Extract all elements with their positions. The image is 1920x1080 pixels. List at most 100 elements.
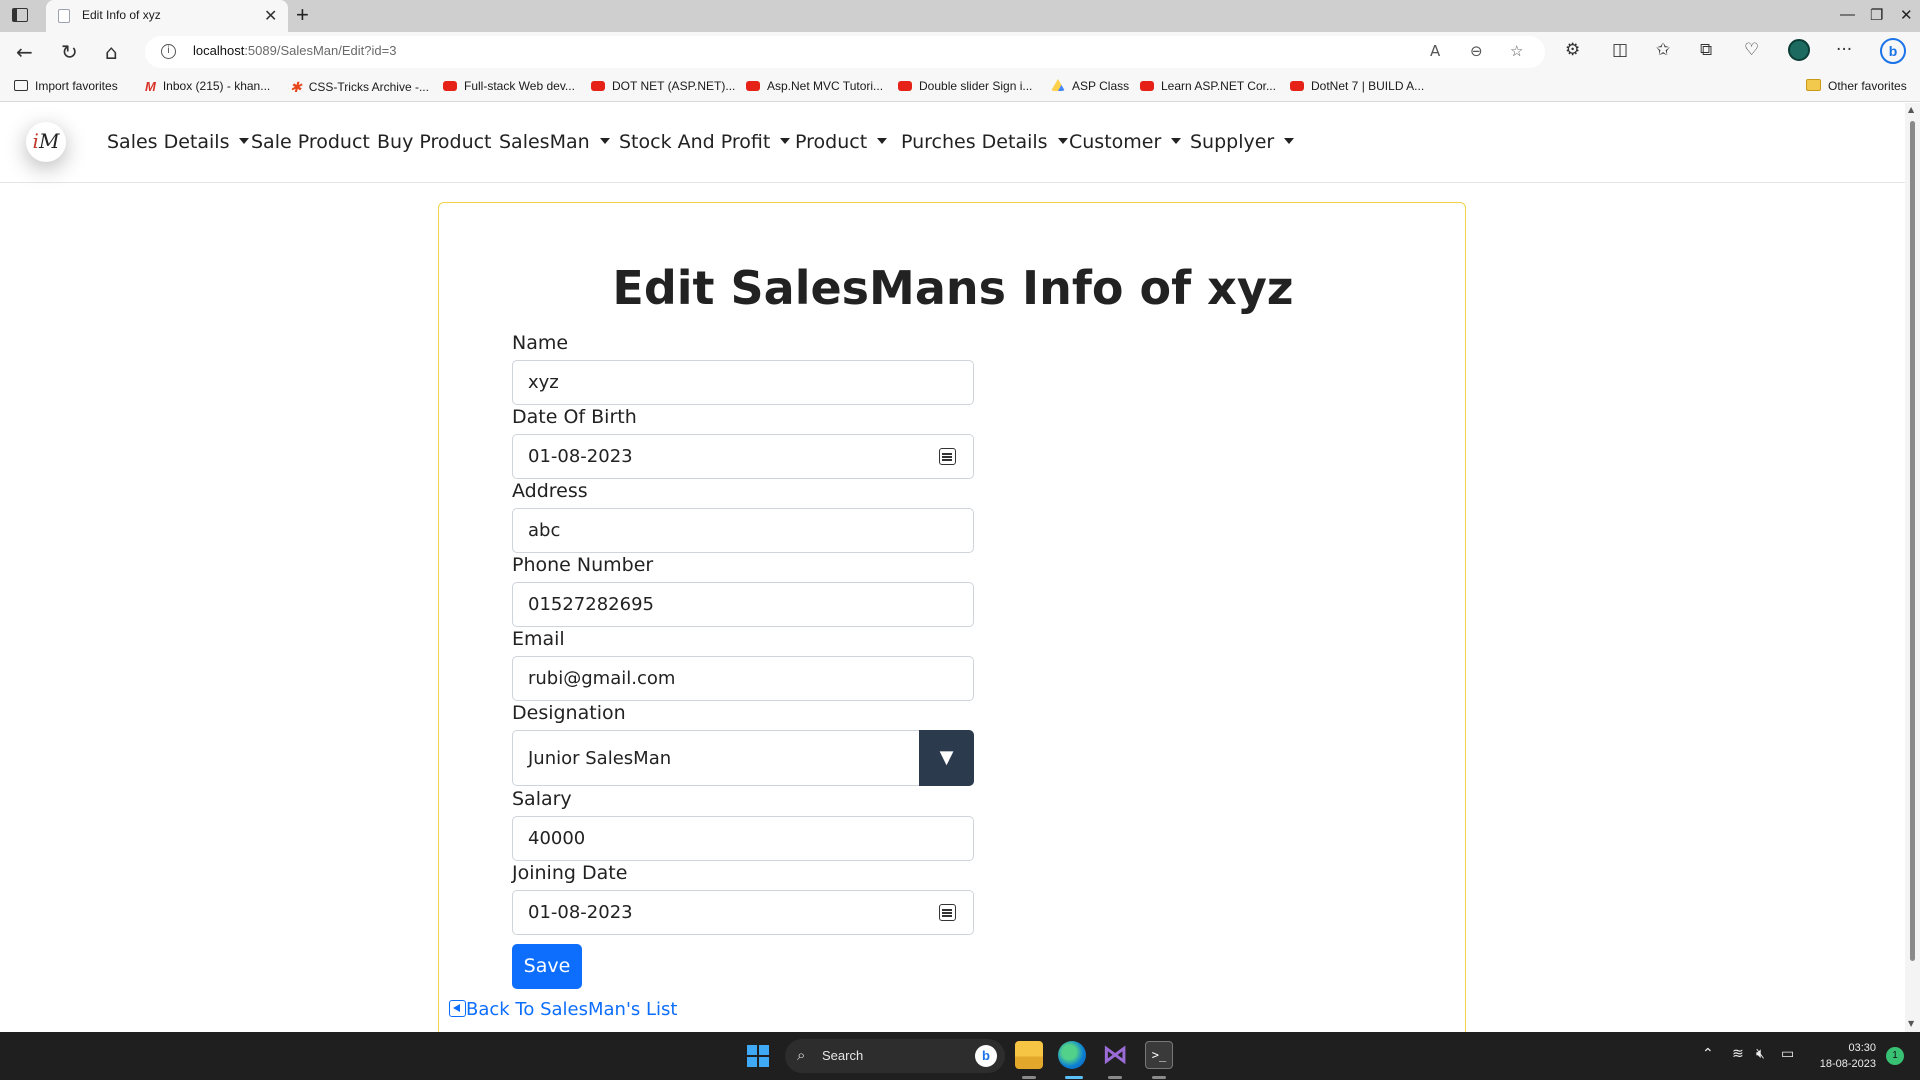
home-icon[interactable]: ⌂ [105,40,118,64]
site-navbar: iM Sales Details Sale Product Buy Produc… [0,103,1905,183]
youtube-icon [443,81,457,91]
restore-icon[interactable]: ❐ [1870,6,1883,24]
url-text[interactable]: localhost:5089/SalesMan/Edit?id=3 [193,43,396,58]
read-aloud-icon[interactable]: A [1430,42,1440,60]
caret-down-icon [599,138,610,144]
new-tab-button[interactable]: + [296,2,309,28]
minimize-icon[interactable]: — [1840,6,1855,23]
windows-start-icon[interactable] [747,1045,769,1067]
address-input[interactable]: abc [512,508,974,553]
taskbar-search[interactable]: ⌕ Search b [785,1039,1005,1073]
site-info-icon[interactable]: i [161,44,176,59]
nav-stock-and-profit[interactable]: Stock And Profit [619,131,791,153]
browser-essentials-icon[interactable]: ♡ [1744,40,1759,60]
visual-studio-icon[interactable]: ⋈ [1101,1041,1129,1069]
youtube-icon [746,81,760,91]
notification-badge[interactable]: 1 [1886,1047,1904,1065]
other-favorites[interactable]: Other favorites [1806,79,1907,93]
favorite-aspnet-mvc[interactable]: Asp.Net MVC Tutori... [746,79,883,93]
favorite-dotnet[interactable]: DOT NET (ASP.NET)... [591,79,735,93]
joining-date-input[interactable]: 01-08-2023 [512,890,974,935]
salary-value: 40000 [528,828,586,849]
favorite-fullstack[interactable]: Full-stack Web dev... [443,79,575,93]
edge-browser-icon[interactable] [1058,1041,1086,1069]
wifi-icon[interactable]: ≋ [1732,1046,1744,1062]
favorite-csstricks[interactable]: ✱ CSS-Tricks Archive -... [290,79,429,96]
clock-date: 18-08-2023 [1819,1058,1876,1070]
scroll-up-icon[interactable]: ▲ [1908,105,1914,114]
page-title: Edit SalesMans Info of xyz [612,261,1294,315]
favorite-dotnet7[interactable]: DotNet 7 | BUILD A... [1290,79,1424,93]
favorite-learn-aspnet[interactable]: Learn ASP.NET Cor... [1140,79,1276,93]
caret-down-icon [780,138,791,144]
split-screen-icon[interactable]: ◫ [1612,40,1628,60]
dropdown-arrow-icon[interactable]: ▼ [919,730,974,786]
designation-label: Designation [512,702,626,724]
address-bar[interactable]: i localhost:5089/SalesMan/Edit?id=3 A ⊖ … [145,36,1545,68]
name-label: Name [512,332,569,354]
system-clock[interactable]: 03:30 18-08-2023 [1812,1040,1876,1072]
nav-purches-details[interactable]: Purches Details [901,131,1068,153]
back-to-list-link[interactable]: Back To SalesMan's List [449,999,677,1020]
nav-sale-product[interactable]: Sale Product [251,131,370,153]
favorite-double-slider[interactable]: Double slider Sign i... [898,79,1032,93]
site-logo[interactable]: iM [26,122,66,162]
nav-salesman[interactable]: SalesMan [499,131,610,153]
calendar-icon[interactable] [939,904,956,921]
designation-select[interactable]: Junior SalesMan ▼ [512,730,974,786]
folder-icon [1806,79,1821,91]
scroll-down-icon[interactable]: ▼ [1908,1019,1914,1028]
nav-supplyer[interactable]: Supplyer [1190,131,1295,153]
windows-taskbar: ⌕ Search b ⋈ >_ ⌃ ≋ 🔇︎ ▭ 03:30 18-08-202… [0,1032,1920,1080]
bing-icon[interactable]: b [975,1045,997,1067]
scroll-thumb[interactable] [1910,121,1915,961]
designation-value: Junior SalesMan [528,748,672,769]
active-indicator [1065,1076,1083,1079]
import-icon [14,80,28,91]
favorites-icon[interactable]: ✩ [1656,40,1670,60]
zoom-icon[interactable]: ⊖ [1470,42,1483,60]
favorite-asp-class[interactable]: ASP Class [1051,79,1129,93]
more-options-icon[interactable]: ··· [1836,40,1852,60]
youtube-icon [1290,81,1304,91]
csstricks-icon: ✱ [290,79,302,95]
profile-avatar[interactable] [1788,39,1810,61]
dob-input[interactable]: 01-08-2023 [512,434,974,479]
speaker-muted-icon[interactable]: 🔇︎ [1756,1046,1765,1062]
battery-icon[interactable]: ▭ [1781,1046,1794,1062]
calendar-icon[interactable] [939,448,956,465]
nav-product[interactable]: Product [795,131,888,153]
dob-value: 01-08-2023 [528,446,633,467]
save-button[interactable]: Save [512,944,582,989]
bing-copilot-icon[interactable]: b [1880,38,1906,64]
collections-icon[interactable]: ⧉ [1700,40,1712,60]
nav-sales-details[interactable]: Sales Details [107,131,250,153]
favorite-gmail[interactable]: M Inbox (215) - khan... [145,79,270,94]
youtube-icon [591,81,605,91]
nav-customer[interactable]: Customer [1069,131,1182,153]
joining-date-value: 01-08-2023 [528,902,633,923]
tab-title: Edit Info of xyz [82,8,161,22]
nav-buy-product[interactable]: Buy Product [377,131,492,153]
file-explorer-icon[interactable] [1015,1041,1043,1069]
close-window-icon[interactable]: ✕ [1900,6,1913,24]
close-tab-icon[interactable]: ✕ [264,6,277,25]
tab-actions-icon[interactable] [12,8,28,22]
google-drive-icon [1051,79,1065,91]
name-input[interactable]: xyz [512,360,974,405]
favorite-import[interactable]: Import favorites [14,79,118,93]
back-arrow-icon[interactable]: ← [16,40,33,64]
favorite-star-icon[interactable]: ☆ [1510,42,1523,60]
clock-time: 03:30 [1848,1042,1876,1054]
refresh-icon[interactable]: ↻ [61,40,78,64]
browser-tab-active[interactable]: Edit Info of xyz ✕ [46,0,288,32]
email-input[interactable]: rubi@gmail.com [512,656,974,701]
show-hidden-icons-icon[interactable]: ⌃ [1702,1046,1714,1062]
favorites-bar: Import favorites M Inbox (215) - khan... … [0,72,1920,102]
phone-input[interactable]: 01527282695 [512,582,974,627]
salary-input[interactable]: 40000 [512,816,974,861]
address-value: abc [528,520,561,541]
extensions-icon[interactable]: ⚙ [1565,40,1580,60]
terminal-icon[interactable]: >_ [1145,1041,1173,1069]
page-scrollbar[interactable]: ▲ ▼ [1905,103,1920,1032]
